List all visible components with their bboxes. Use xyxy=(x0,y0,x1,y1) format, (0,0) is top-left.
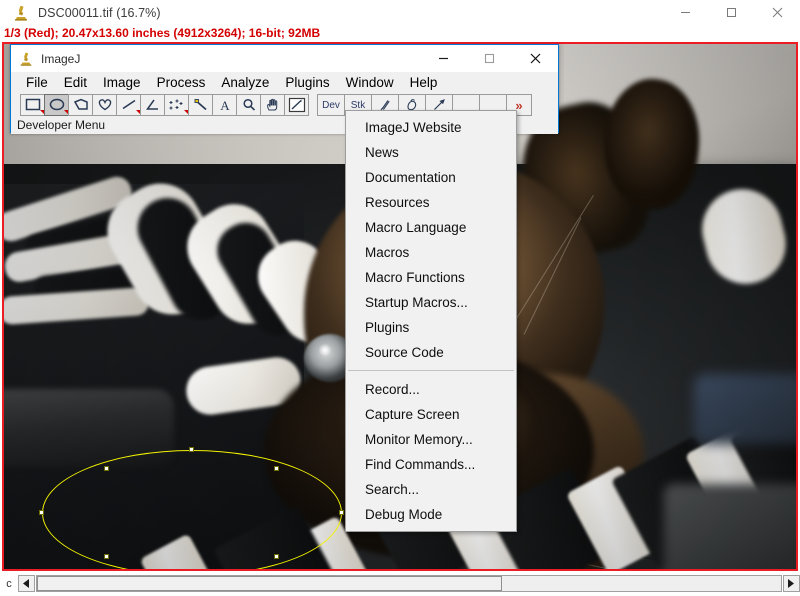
oval-selection-roi[interactable] xyxy=(42,450,342,569)
horizontal-scrollbar-strip: c xyxy=(0,571,800,596)
dropper-tool[interactable] xyxy=(284,94,309,116)
menu-item-monitor-memory[interactable]: Monitor Memory... xyxy=(346,427,516,452)
image-info-line: 1/3 (Red); 20.47x13.60 inches (4912x3264… xyxy=(0,25,800,42)
polygon-tool[interactable] xyxy=(68,94,93,116)
wand-tool[interactable] xyxy=(188,94,213,116)
oval-tool[interactable] xyxy=(44,94,69,116)
menu-item-macro-functions[interactable]: Macro Functions xyxy=(346,265,516,290)
menu-file[interactable]: File xyxy=(18,74,56,92)
menu-item-documentation[interactable]: Documentation xyxy=(346,165,516,190)
menu-item-resources[interactable]: Resources xyxy=(346,190,516,215)
magnifier-tool[interactable] xyxy=(236,94,261,116)
imagej-titlebar: ImageJ xyxy=(11,45,558,72)
menu-analyze[interactable]: Analyze xyxy=(213,74,277,92)
menu-item-record[interactable]: Record... xyxy=(346,377,516,402)
channel-label: c xyxy=(6,577,12,590)
point-tool[interactable] xyxy=(164,94,189,116)
scroll-left-button[interactable] xyxy=(18,575,35,592)
hand-tool[interactable] xyxy=(260,94,285,116)
roi-handle[interactable] xyxy=(274,554,279,559)
menu-item-macros[interactable]: Macros xyxy=(346,240,516,265)
menu-item-debug-mode[interactable]: Debug Mode xyxy=(346,502,516,527)
imagej-minimize-button[interactable] xyxy=(420,45,466,72)
imagej-close-button[interactable] xyxy=(512,45,558,72)
svg-text:A: A xyxy=(220,98,230,112)
roi-handle[interactable] xyxy=(339,510,344,515)
menu-window[interactable]: Window xyxy=(338,74,402,92)
menu-item-plugins[interactable]: Plugins xyxy=(346,315,516,340)
menu-item-search[interactable]: Search... xyxy=(346,477,516,502)
menu-image[interactable]: Image xyxy=(95,74,149,92)
menu-plugins[interactable]: Plugins xyxy=(277,74,337,92)
menu-item-news[interactable]: News xyxy=(346,140,516,165)
microscope-icon xyxy=(18,51,34,67)
close-button[interactable] xyxy=(754,0,800,25)
roi-handle[interactable] xyxy=(104,466,109,471)
menu-process[interactable]: Process xyxy=(149,74,214,92)
line-tool[interactable] xyxy=(116,94,141,116)
menu-item-source-code[interactable]: Source Code xyxy=(346,340,516,365)
angle-tool[interactable] xyxy=(140,94,165,116)
roi-handle[interactable] xyxy=(189,447,194,452)
maximize-button[interactable] xyxy=(708,0,754,25)
imagej-menubar: File Edit Image Process Analyze Plugins … xyxy=(11,72,558,94)
scrollbar-track[interactable] xyxy=(36,575,782,592)
image-window-titlebar: DSC00011.tif (16.7%) xyxy=(0,0,800,25)
menu-help[interactable]: Help xyxy=(402,74,446,92)
app-root: DSC00011.tif (16.7%) 1/3 (Red); 20.47x13… xyxy=(0,0,800,596)
imagej-window-controls xyxy=(420,45,558,72)
freehand-tool[interactable] xyxy=(92,94,117,116)
dev-button[interactable]: Dev xyxy=(317,94,345,116)
menu-separator xyxy=(348,370,514,371)
microscope-icon xyxy=(12,4,30,22)
imagej-maximize-button[interactable] xyxy=(466,45,512,72)
roi-handle[interactable] xyxy=(104,554,109,559)
menu-item-find-commands[interactable]: Find Commands... xyxy=(346,452,516,477)
menu-item-macro-language[interactable]: Macro Language xyxy=(346,215,516,240)
image-window-controls xyxy=(662,0,800,25)
roi-handle[interactable] xyxy=(39,510,44,515)
developer-menu-dropdown: ImageJ Website News Documentation Resour… xyxy=(345,110,517,532)
menu-item-imagej-website[interactable]: ImageJ Website xyxy=(346,115,516,140)
menu-edit[interactable]: Edit xyxy=(56,74,95,92)
minimize-button[interactable] xyxy=(662,0,708,25)
scroll-right-button[interactable] xyxy=(783,575,800,592)
menu-item-capture-screen[interactable]: Capture Screen xyxy=(346,402,516,427)
image-window-title: DSC00011.tif (16.7%) xyxy=(38,5,161,20)
imagej-window-title: ImageJ xyxy=(41,51,81,66)
roi-handle[interactable] xyxy=(274,466,279,471)
text-tool[interactable]: A xyxy=(212,94,237,116)
menu-item-startup-macros[interactable]: Startup Macros... xyxy=(346,290,516,315)
rectangle-tool[interactable] xyxy=(20,94,45,116)
scrollbar-thumb[interactable] xyxy=(37,576,502,591)
